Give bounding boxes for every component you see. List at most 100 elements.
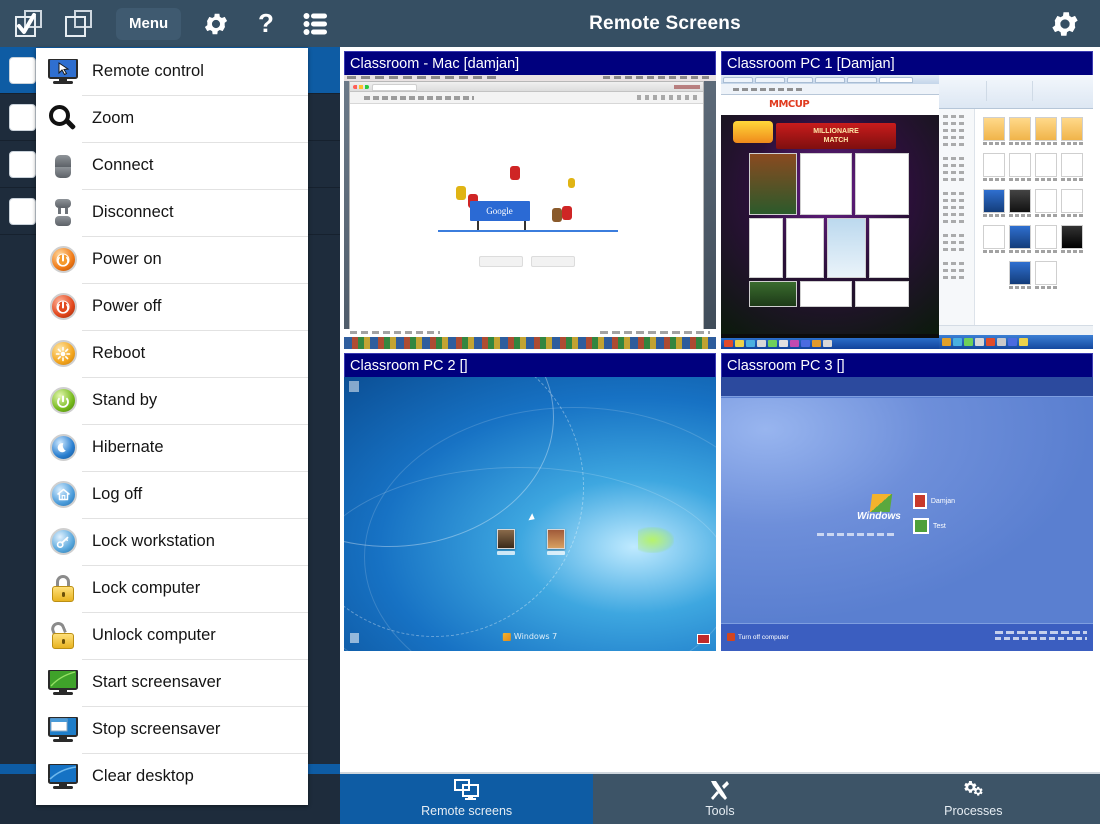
row-checkbox[interactable] bbox=[9, 150, 36, 178]
xp-user-name: Test bbox=[933, 522, 946, 530]
select-none-icon[interactable] bbox=[56, 4, 102, 44]
menu-item-zoom[interactable]: Zoom bbox=[36, 95, 308, 142]
menu-item-label: Stop screensaver bbox=[92, 720, 221, 738]
menu-item-label: Lock workstation bbox=[92, 532, 215, 550]
menu-item-label: Reboot bbox=[92, 344, 146, 362]
desktop-icon bbox=[349, 381, 359, 392]
monitor-blue-icon bbox=[45, 760, 81, 794]
windows-brand-label: Windows 7 bbox=[513, 632, 558, 641]
tab-tools[interactable]: Tools bbox=[593, 774, 846, 824]
menu-button[interactable]: Menu bbox=[116, 7, 182, 40]
menu-item-stop-screensaver[interactable]: Stop screensaver bbox=[36, 706, 308, 753]
tab-label: Tools bbox=[705, 803, 735, 818]
monitor-green-icon bbox=[45, 666, 81, 700]
menu-item-lock-computer[interactable]: Lock computer bbox=[36, 565, 308, 612]
row-checkbox[interactable] bbox=[9, 197, 36, 225]
menu-item-disconnect[interactable]: Disconnect bbox=[36, 189, 308, 236]
menu-item-label: Remote control bbox=[92, 62, 204, 80]
windows-logo-icon: Windows bbox=[857, 494, 907, 526]
screen-thumbnail[interactable]: Windows 7 bbox=[344, 377, 716, 651]
reboot-icon bbox=[45, 337, 81, 371]
hibernate-moon-icon bbox=[45, 431, 81, 465]
xp-user-test[interactable]: Test bbox=[913, 518, 955, 534]
xp-user-name: Damjan bbox=[930, 497, 955, 505]
page-title: Remote Screens bbox=[589, 12, 741, 34]
windowsxp-welcome-screen: Windows Damjan Test Turn off computer bbox=[721, 377, 1093, 651]
menu-item-label: Unlock computer bbox=[92, 626, 216, 644]
menu-item-label: Start screensaver bbox=[92, 673, 222, 691]
screen-tile-mac[interactable]: Classroom - Mac [damjan] Google bbox=[344, 51, 716, 349]
welcome-hint-text bbox=[817, 533, 895, 536]
top-toolbar: Menu ? Remote Screens bbox=[0, 0, 1100, 47]
row-checkbox[interactable] bbox=[9, 103, 36, 131]
pc1-explorer-half bbox=[939, 75, 1093, 349]
menu-item-reboot[interactable]: Reboot bbox=[36, 330, 308, 377]
menu-item-unlock-computer[interactable]: Unlock computer bbox=[36, 612, 308, 659]
monitor-window-icon bbox=[45, 713, 81, 747]
screen-tile-title: Classroom PC 3 [] bbox=[721, 353, 1093, 377]
padlock-open-icon bbox=[45, 619, 81, 653]
menu-item-label: Clear desktop bbox=[92, 767, 194, 785]
remote-screens-grid-area: Classroom - Mac [damjan] Google Classroo… bbox=[340, 47, 1100, 774]
power-icon bbox=[727, 633, 735, 641]
screen-tile-title: Classroom PC 1 [Damjan] bbox=[721, 51, 1093, 75]
screen-thumbnail[interactable]: Google bbox=[344, 75, 716, 349]
menu-item-stand-by[interactable]: Stand by bbox=[36, 377, 308, 424]
processes-icon bbox=[961, 780, 985, 801]
windows7-desktop: Windows 7 bbox=[344, 377, 716, 651]
screens-icon bbox=[453, 778, 480, 801]
menu-item-clear-desktop[interactable]: Clear desktop bbox=[36, 753, 308, 800]
menu-item-connect[interactable]: Connect bbox=[36, 142, 308, 189]
top-toolbar-left-group: Menu ? bbox=[0, 0, 340, 47]
select-all-icon[interactable] bbox=[6, 4, 52, 44]
help-icon[interactable]: ? bbox=[243, 4, 289, 44]
screen-thumbnail[interactable]: MMCUP MILLIONAIRE MATCH bbox=[721, 75, 1093, 349]
row-checkbox[interactable] bbox=[9, 56, 36, 84]
menu-button-label: Menu bbox=[129, 15, 169, 32]
menu-item-label: Lock computer bbox=[92, 579, 201, 597]
tab-processes[interactable]: Processes bbox=[847, 774, 1100, 824]
menu-item-log-off[interactable]: Log off bbox=[36, 471, 308, 518]
xp-user-damjan[interactable]: Damjan bbox=[913, 493, 955, 509]
menu-item-label: Log off bbox=[92, 485, 143, 503]
screen-thumbnail[interactable]: Windows Damjan Test Turn off computer bbox=[721, 377, 1093, 651]
menu-item-power-off[interactable]: Power off bbox=[36, 283, 308, 330]
menu-item-label: Connect bbox=[92, 156, 154, 174]
google-doodle: Google bbox=[432, 156, 622, 246]
mac-dock bbox=[344, 337, 716, 349]
screen-tile-title: Classroom - Mac [damjan] bbox=[344, 51, 716, 75]
top-toolbar-right-group bbox=[1030, 4, 1100, 44]
screen-tile-pc1[interactable]: Classroom PC 1 [Damjan] MMCUP MILLIONAIR… bbox=[721, 51, 1093, 349]
power-on-icon bbox=[45, 243, 81, 277]
menu-item-remote-control[interactable]: Remote control bbox=[36, 48, 308, 95]
screen-tile-pc2[interactable]: Classroom PC 2 [] Windows 7 bbox=[344, 353, 716, 651]
menu-item-label: Power on bbox=[92, 250, 162, 268]
menu-item-label: Stand by bbox=[92, 391, 158, 409]
pc1-taskbar bbox=[721, 338, 939, 349]
gear-icon[interactable] bbox=[193, 4, 239, 44]
pc1-right-taskbar bbox=[939, 335, 1093, 349]
svg-text:?: ? bbox=[258, 10, 274, 38]
windows-brand-label: Windows bbox=[857, 511, 901, 522]
windows-brand-watermark: Windows 7 bbox=[502, 632, 558, 641]
menu-item-hibernate[interactable]: Hibernate bbox=[36, 424, 308, 471]
turn-off-computer-button[interactable]: Turn off computer bbox=[727, 633, 789, 641]
power-off-icon bbox=[45, 290, 81, 324]
site-logo: MMCUP bbox=[769, 99, 810, 110]
screen-tile-pc3[interactable]: Classroom PC 3 [] Windows Damjan Test Tu… bbox=[721, 353, 1093, 651]
tools-icon bbox=[708, 780, 732, 801]
magnifier-icon bbox=[45, 102, 81, 136]
plug-connected-icon bbox=[45, 149, 81, 183]
menu-item-power-on[interactable]: Power on bbox=[36, 236, 308, 283]
menu-item-start-screensaver[interactable]: Start screensaver bbox=[36, 659, 308, 706]
monitor-cursor-icon bbox=[45, 55, 81, 89]
menu-item-lock-workstation[interactable]: Lock workstation bbox=[36, 518, 308, 565]
logoff-home-icon bbox=[45, 478, 81, 512]
padlock-closed-icon bbox=[45, 572, 81, 606]
tab-label: Processes bbox=[944, 803, 1003, 818]
desktop-icon bbox=[497, 529, 515, 555]
settings-gear-icon[interactable] bbox=[1042, 4, 1088, 44]
desktop-icon bbox=[547, 529, 565, 555]
turn-off-label: Turn off computer bbox=[738, 633, 789, 641]
tab-remote-screens[interactable]: Remote screens bbox=[340, 774, 594, 824]
